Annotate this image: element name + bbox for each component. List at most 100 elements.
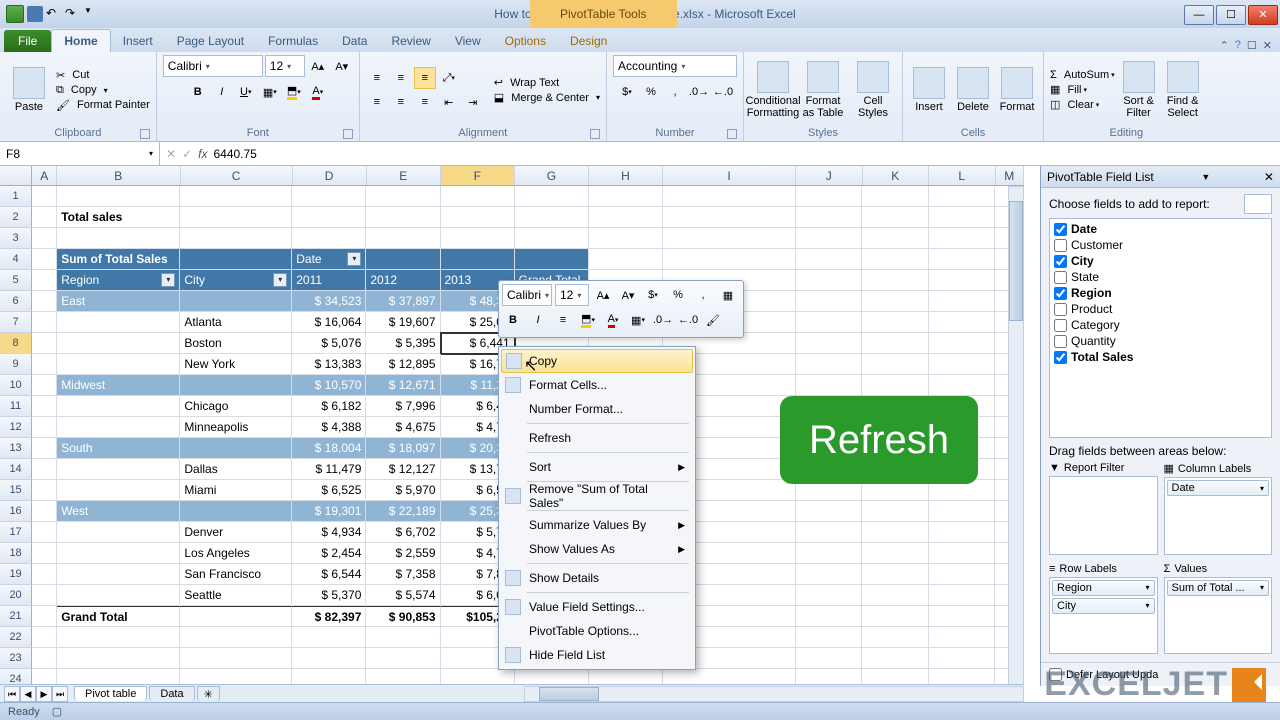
cell[interactable] (796, 543, 863, 564)
row-header[interactable]: 12 (0, 417, 32, 438)
cell[interactable]: $ 18,004 (292, 438, 366, 459)
cell[interactable] (929, 249, 996, 270)
cell[interactable] (929, 522, 996, 543)
cell[interactable]: Region▾ (57, 270, 180, 291)
tab-insert[interactable]: Insert (111, 30, 165, 52)
row-header[interactable]: 23 (0, 648, 32, 669)
cell[interactable] (180, 291, 292, 312)
area-report-filter[interactable]: ▼Report Filter (1049, 460, 1158, 555)
col-header[interactable]: I (663, 166, 796, 185)
cell[interactable]: Minneapolis (180, 417, 292, 438)
cell[interactable] (862, 522, 929, 543)
wrap-text-button[interactable]: ↩ Wrap Text (494, 76, 600, 89)
row-header[interactable]: 11 (0, 396, 32, 417)
cell[interactable] (180, 207, 292, 228)
row-header[interactable]: 22 (0, 627, 32, 648)
cell[interactable] (292, 627, 366, 648)
mini-font-combo[interactable]: Calibri▾ (502, 284, 552, 306)
cell[interactable]: $ 4,934 (292, 522, 366, 543)
row-header[interactable]: 13 (0, 438, 32, 459)
cell[interactable] (32, 648, 57, 669)
mini-fill-color[interactable]: ⬒▾ (577, 309, 599, 331)
row-header[interactable]: 21 (0, 606, 32, 627)
mini-italic[interactable]: I (527, 309, 549, 331)
cell[interactable] (32, 459, 57, 480)
cell[interactable] (929, 606, 996, 627)
field-checkbox[interactable] (1054, 319, 1067, 332)
cell[interactable] (57, 228, 180, 249)
mini-comma[interactable]: , (692, 284, 714, 306)
context-menu-item[interactable]: PivotTable Options... (501, 619, 693, 643)
col-header[interactable]: G (515, 166, 589, 185)
cell[interactable] (796, 501, 863, 522)
cell[interactable] (862, 543, 929, 564)
cell[interactable] (663, 186, 796, 207)
cell[interactable] (180, 501, 292, 522)
vertical-scrollbar[interactable] (1008, 186, 1024, 686)
cell[interactable]: $ 7,996 (366, 396, 440, 417)
cell[interactable]: South (57, 438, 180, 459)
mini-size-combo[interactable]: 12▾ (555, 284, 589, 306)
insert-button[interactable]: Insert (909, 57, 949, 123)
col-header[interactable]: D (293, 166, 367, 185)
context-menu-item[interactable]: Hide Field List (501, 643, 693, 667)
col-header[interactable]: C (181, 166, 293, 185)
border-button[interactable]: ▦▾ (259, 81, 281, 103)
cell[interactable] (515, 228, 589, 249)
col-header[interactable]: A (32, 166, 57, 185)
area-field-pill[interactable]: Sum of Total ...▾ (1167, 580, 1270, 596)
cell[interactable] (32, 291, 57, 312)
tab-page-layout[interactable]: Page Layout (165, 30, 256, 52)
cell[interactable] (862, 375, 929, 396)
cell[interactable]: $ 2,559 (366, 543, 440, 564)
cell[interactable] (929, 354, 996, 375)
col-header[interactable]: H (589, 166, 663, 185)
cell[interactable]: Denver (180, 522, 292, 543)
merge-center-button[interactable]: ⬓ Merge & Center ▾ (494, 91, 600, 104)
clear-button[interactable]: ◫ Clear▾ (1050, 98, 1115, 111)
cell[interactable]: West (57, 501, 180, 522)
cell[interactable] (32, 564, 57, 585)
cell[interactable] (589, 207, 663, 228)
cell[interactable] (32, 396, 57, 417)
cell[interactable]: Sum of Total Sales (57, 249, 180, 270)
cell[interactable] (441, 249, 515, 270)
cell[interactable] (32, 375, 57, 396)
cell[interactable]: $ 7,358 (366, 564, 440, 585)
field-checkbox-row[interactable]: Category (1052, 317, 1269, 333)
cell[interactable] (32, 333, 57, 354)
field-checkbox[interactable] (1054, 303, 1067, 316)
cell[interactable] (32, 627, 57, 648)
cell[interactable] (32, 312, 57, 333)
cell[interactable] (32, 228, 57, 249)
field-checkbox-row[interactable]: State (1052, 269, 1269, 285)
context-menu-item[interactable]: Summarize Values By▶ (501, 513, 693, 537)
sheet-tab-active[interactable]: Pivot table (74, 686, 147, 701)
orientation-button[interactable]: ⤢▾ (438, 67, 460, 89)
delete-button[interactable]: Delete (953, 57, 993, 123)
font-color-button[interactable]: A▾ (307, 81, 329, 103)
cell[interactable] (862, 627, 929, 648)
align-left-button[interactable]: ≡ (366, 91, 388, 113)
cell[interactable] (57, 312, 180, 333)
mini-percent[interactable]: % (667, 284, 689, 306)
cell[interactable] (32, 585, 57, 606)
cell[interactable] (796, 291, 863, 312)
maximize-button[interactable]: ☐ (1216, 5, 1246, 25)
row-header[interactable]: 8 (0, 333, 32, 354)
cell[interactable] (862, 207, 929, 228)
cell[interactable] (32, 438, 57, 459)
field-list-layout-button[interactable] (1244, 194, 1272, 214)
cell[interactable]: $ 12,671 (366, 375, 440, 396)
cell[interactable] (366, 249, 440, 270)
cell[interactable]: San Francisco (180, 564, 292, 585)
cell[interactable] (929, 333, 996, 354)
cell[interactable] (796, 228, 863, 249)
workbook-close-icon[interactable]: ✕ (1263, 39, 1272, 52)
row-header[interactable]: 2 (0, 207, 32, 228)
cell[interactable] (862, 606, 929, 627)
autosum-button[interactable]: Σ AutoSum▾ (1050, 69, 1115, 81)
cell[interactable] (862, 312, 929, 333)
cell[interactable] (366, 627, 440, 648)
cell[interactable] (57, 186, 180, 207)
